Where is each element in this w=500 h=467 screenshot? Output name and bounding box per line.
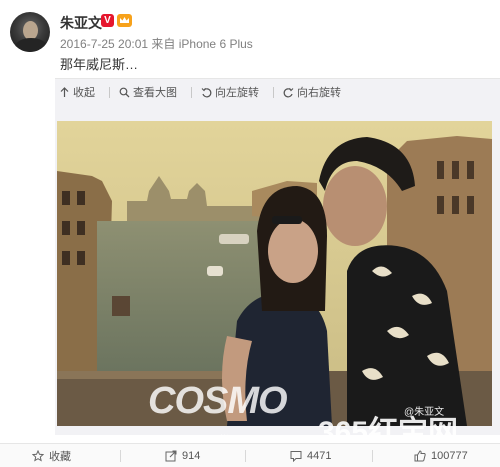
collapse-button[interactable]: 收起 xyxy=(59,84,95,100)
favorite-label: 收藏 xyxy=(49,451,71,463)
comment-button[interactable]: 4471 xyxy=(290,444,331,467)
arrow-up-icon xyxy=(60,86,69,97)
media-toolbar: 收起 查看大图 向左旋转 向右旋转 xyxy=(55,79,355,105)
rotate-left-icon xyxy=(201,87,212,97)
forward-button[interactable]: 914 xyxy=(165,444,200,467)
toolbar-divider xyxy=(191,86,192,98)
cosmo-url-watermark: www.cosmopolitan.com.cn xyxy=(158,433,276,442)
comment-icon xyxy=(290,451,302,462)
collapse-label: 收起 xyxy=(73,87,95,99)
verified-icon[interactable]: V xyxy=(101,14,114,27)
cosmo-watermark: COSMO xyxy=(148,380,288,422)
magnifier-icon xyxy=(119,87,130,97)
star-icon xyxy=(32,450,44,462)
like-button[interactable]: 100777 xyxy=(414,444,468,467)
weibo-handle-watermark: @朱亚文 xyxy=(404,407,445,418)
avatar[interactable] xyxy=(10,12,50,52)
post-footer: 收藏 914 4471 100777 xyxy=(0,443,500,467)
toolbar-divider xyxy=(273,86,274,98)
thumb-up-icon xyxy=(414,450,426,462)
view-large-button[interactable]: 查看大图 xyxy=(119,84,177,100)
username-link[interactable]: 朱亚文 xyxy=(60,13,102,33)
rotate-left-button[interactable]: 向左旋转 xyxy=(201,84,259,100)
favorite-button[interactable]: 收藏 xyxy=(32,444,71,467)
rotate-left-label: 向左旋转 xyxy=(215,87,259,99)
comment-count: 4471 xyxy=(307,450,332,462)
view-large-label: 查看大图 xyxy=(133,87,177,99)
forward-icon xyxy=(165,450,177,462)
footer-divider xyxy=(120,450,121,462)
like-count: 100777 xyxy=(431,450,468,462)
forward-count: 914 xyxy=(182,450,201,462)
rotate-right-button[interactable]: 向右旋转 xyxy=(283,84,341,100)
footer-divider xyxy=(245,450,246,462)
post-text: 那年威尼斯… xyxy=(60,57,139,72)
footer-divider xyxy=(372,450,373,462)
toolbar-divider xyxy=(109,86,110,98)
crown-icon[interactable] xyxy=(117,14,132,27)
post-meta: 2016-7-25 20:01 来自 iPhone 6 Plus xyxy=(60,37,253,51)
rotate-right-icon xyxy=(283,87,294,97)
rotate-right-label: 向右旋转 xyxy=(297,87,341,99)
post-header: 朱亚文 V 2016-7-25 20:01 来自 iPhone 6 Plus 那… xyxy=(0,0,500,78)
